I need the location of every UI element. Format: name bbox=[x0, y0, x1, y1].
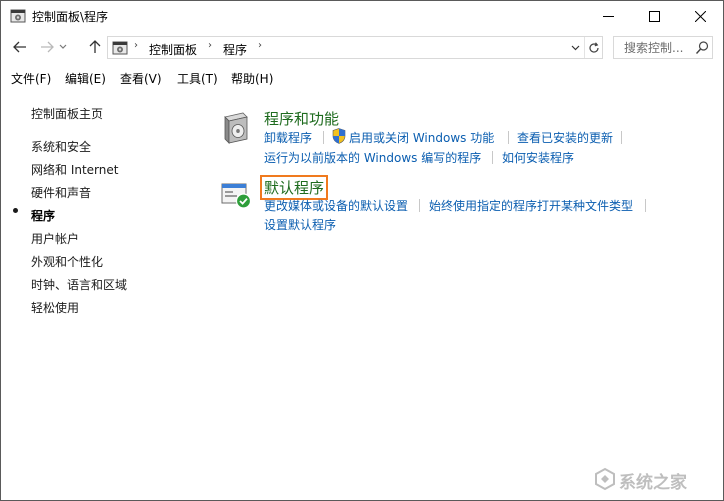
uninstall-program-link[interactable]: 卸载程序 bbox=[264, 129, 312, 146]
current-item-bullet bbox=[13, 208, 18, 213]
refresh-button[interactable] bbox=[584, 37, 602, 58]
watermark-logo-icon bbox=[595, 467, 615, 491]
minimize-button[interactable] bbox=[585, 1, 631, 31]
left-navigation: 控制面板主页 系统和安全 网络和 Internet 硬件和声音 程序 用户帐户 … bbox=[1, 87, 201, 487]
close-button[interactable] bbox=[677, 1, 723, 31]
how-to-install-link[interactable]: 如何安装程序 bbox=[502, 149, 574, 166]
programs-features-title[interactable]: 程序和功能 bbox=[264, 108, 339, 129]
watermark-text: 系统之家 bbox=[619, 473, 687, 493]
link-separator bbox=[492, 151, 493, 164]
maximize-button[interactable] bbox=[631, 1, 677, 31]
menu-view[interactable]: 查看(V) bbox=[120, 70, 162, 87]
uac-shield-icon bbox=[332, 128, 346, 144]
chevron-right-icon[interactable]: › bbox=[208, 40, 212, 51]
link-separator bbox=[621, 131, 622, 144]
watermark: 系统之家 bbox=[589, 463, 719, 497]
arrow-right-icon bbox=[41, 41, 54, 53]
default-programs-icon bbox=[221, 183, 252, 209]
associate-file-type-link[interactable]: 始终使用指定的程序打开某种文件类型 bbox=[429, 197, 633, 214]
breadcrumb-programs[interactable]: 程序 bbox=[223, 41, 247, 58]
nav-user-accounts[interactable]: 用户帐户 bbox=[31, 230, 79, 247]
chevron-down-icon bbox=[571, 45, 579, 51]
window-title: 控制面板\程序 bbox=[32, 10, 109, 24]
run-older-programs-link[interactable]: 运行为以前版本的 Windows 编写的程序 bbox=[264, 149, 481, 166]
nav-hardware-sound[interactable]: 硬件和声音 bbox=[31, 184, 91, 201]
maximize-icon bbox=[648, 10, 660, 22]
link-separator bbox=[419, 199, 420, 212]
menu-bar: 文件(F) 编辑(E) 查看(V) 工具(T) 帮助(H) bbox=[1, 65, 723, 87]
address-bar[interactable]: › 控制面板 › 程序 › bbox=[107, 36, 603, 59]
close-icon bbox=[694, 10, 706, 22]
chevron-down-icon bbox=[59, 44, 67, 49]
control-panel-icon bbox=[112, 41, 128, 55]
minimize-icon bbox=[602, 15, 614, 17]
title-bar: 控制面板\程序 bbox=[1, 1, 723, 31]
view-installed-updates-link[interactable]: 查看已安装的更新 bbox=[517, 129, 613, 146]
programs-features-icon bbox=[224, 112, 248, 144]
breadcrumb-control-panel[interactable]: 控制面板 bbox=[149, 41, 197, 58]
menu-help[interactable]: 帮助(H) bbox=[231, 70, 273, 87]
up-button[interactable] bbox=[85, 37, 105, 57]
menu-file[interactable]: 文件(F) bbox=[11, 70, 51, 87]
link-separator bbox=[323, 131, 324, 144]
arrow-left-icon bbox=[13, 41, 26, 53]
chevron-right-icon[interactable]: › bbox=[134, 40, 138, 51]
arrow-up-icon bbox=[89, 40, 101, 53]
link-separator bbox=[508, 131, 509, 144]
menu-edit[interactable]: 编辑(E) bbox=[65, 70, 106, 87]
nav-ease-of-access[interactable]: 轻松使用 bbox=[31, 299, 79, 316]
search-box[interactable] bbox=[613, 36, 713, 59]
windows-features-link[interactable]: 启用或关闭 Windows 功能 bbox=[349, 129, 494, 146]
navigation-bar: › 控制面板 › 程序 › bbox=[1, 31, 723, 63]
nav-system-security[interactable]: 系统和安全 bbox=[31, 138, 91, 155]
control-panel-window: 控制面板\程序 › 控制面板 › 程序 › 搜索控制... 文件(F) 编辑(E… bbox=[0, 0, 724, 501]
nav-programs[interactable]: 程序 bbox=[31, 207, 55, 224]
search-icon[interactable] bbox=[695, 40, 710, 55]
control-panel-icon bbox=[10, 9, 26, 23]
menu-tools[interactable]: 工具(T) bbox=[177, 70, 218, 87]
link-separator bbox=[645, 199, 646, 212]
change-media-defaults-link[interactable]: 更改媒体或设备的默认设置 bbox=[264, 197, 408, 214]
search-input[interactable] bbox=[614, 37, 694, 58]
nav-control-panel-home[interactable]: 控制面板主页 bbox=[31, 105, 103, 122]
forward-button[interactable] bbox=[37, 37, 57, 57]
back-button[interactable] bbox=[10, 37, 30, 57]
chevron-right-icon[interactable]: › bbox=[258, 40, 262, 51]
set-default-programs-link[interactable]: 设置默认程序 bbox=[264, 216, 336, 233]
nav-clock-region[interactable]: 时钟、语言和区域 bbox=[31, 276, 127, 293]
nav-appearance[interactable]: 外观和个性化 bbox=[31, 253, 103, 270]
recent-locations-button[interactable] bbox=[57, 37, 69, 57]
address-dropdown-button[interactable] bbox=[568, 39, 582, 57]
nav-network-internet[interactable]: 网络和 Internet bbox=[31, 161, 118, 178]
refresh-icon bbox=[588, 41, 599, 53]
